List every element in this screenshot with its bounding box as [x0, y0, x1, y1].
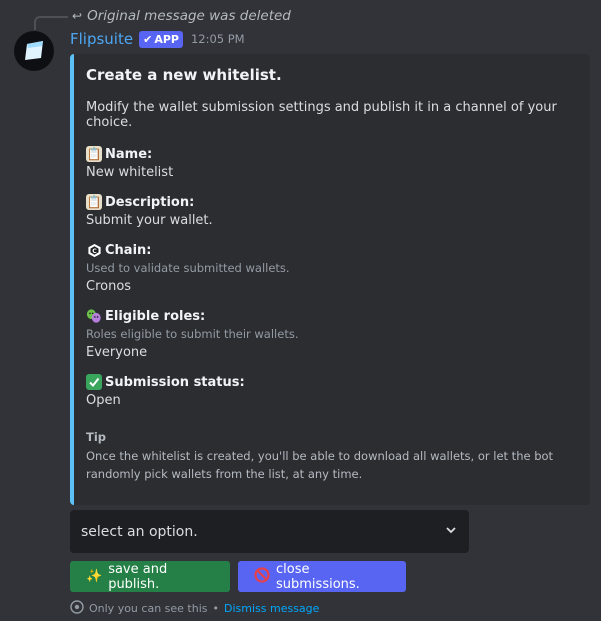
- app-badge: ✔ APP: [139, 30, 183, 48]
- field-value: New whitelist: [86, 165, 174, 180]
- field-hint: Roles eligible to submit their wallets.: [86, 327, 299, 341]
- select-placeholder: select an option.: [81, 523, 198, 540]
- field-label: Description:: [105, 194, 195, 210]
- field-label: Name:: [105, 146, 153, 162]
- message-header: Flipsuite ✔ APP 12:05 PM: [70, 30, 245, 48]
- save-and-publish-button[interactable]: ✨ save and publish.: [70, 561, 230, 592]
- check-mark-icon: [86, 374, 102, 390]
- reply-text: Original message was deleted: [87, 8, 291, 24]
- prohibited-icon: [254, 566, 270, 587]
- ephemeral-text: Only you can see this: [89, 602, 208, 615]
- field-hint: Used to validate submitted wallets.: [86, 261, 290, 275]
- close-submissions-button[interactable]: close submissions.: [238, 561, 406, 592]
- flipsuite-logo-icon: [25, 41, 43, 60]
- field-name: 📋 Name: New whitelist: [86, 146, 574, 180]
- eye-icon: [70, 600, 84, 617]
- tip-label: Tip: [86, 430, 107, 444]
- cronos-chain-icon: C: [86, 242, 102, 258]
- performing-arts-icon: [86, 308, 102, 324]
- embed-title: Create a new whitelist.: [86, 66, 282, 84]
- field-label: Submission status:: [105, 374, 245, 390]
- option-select[interactable]: select an option.: [70, 510, 469, 553]
- field-value: Open: [86, 393, 121, 408]
- dismiss-message-link[interactable]: Dismiss message: [224, 602, 319, 615]
- field-chain: C Chain: Used to validate submitted wall…: [86, 242, 574, 295]
- button-label: close submissions.: [276, 561, 360, 592]
- field-description: 📋 Description: Submit your wallet.: [86, 194, 574, 228]
- clipboard-icon: 📋: [86, 146, 102, 162]
- field-eligible-roles: Eligible roles: Roles eligible to submit…: [86, 308, 574, 361]
- embed-card: Create a new whitelist. Modify the walle…: [70, 54, 590, 505]
- reply-arrow-icon: ↩: [72, 9, 83, 23]
- app-badge-label: APP: [154, 32, 179, 46]
- chevron-down-icon: [444, 522, 458, 541]
- reply-reference[interactable]: ↩ Original message was deleted: [72, 8, 291, 24]
- button-label: save and publish.: [108, 561, 168, 592]
- field-label: Eligible roles:: [105, 308, 206, 324]
- username[interactable]: Flipsuite: [70, 30, 133, 48]
- avatar[interactable]: [14, 31, 54, 71]
- ephemeral-notice: Only you can see this • Dismiss message: [70, 600, 319, 617]
- tip-text: Once the whitelist is created, you'll be…: [86, 449, 554, 481]
- verified-check-icon: ✔: [143, 32, 153, 46]
- ephemeral-separator: •: [212, 602, 220, 615]
- field-value: Cronos: [86, 279, 132, 294]
- reply-spine: [34, 16, 68, 30]
- clipboard-icon: 📋: [86, 194, 102, 210]
- timestamp[interactable]: 12:05 PM: [191, 32, 245, 46]
- action-row: ✨ save and publish. close submissions.: [70, 561, 406, 592]
- embed-description: Modify the wallet submission settings an…: [86, 100, 557, 130]
- field-value: Everyone: [86, 345, 148, 360]
- sparkles-icon: ✨: [86, 569, 103, 584]
- svg-text:C: C: [92, 247, 97, 254]
- field-label: Chain:: [105, 242, 152, 258]
- field-value: Submit your wallet.: [86, 213, 213, 228]
- field-submission-status: Submission status: Open: [86, 374, 574, 408]
